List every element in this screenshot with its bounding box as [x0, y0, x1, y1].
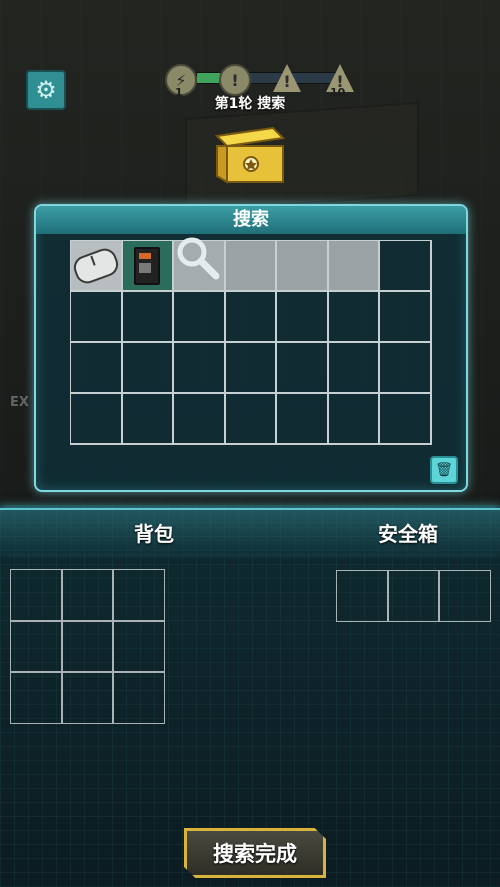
grid-cell-revealed[interactable]	[327, 240, 379, 291]
round-label: 第1轮 搜索	[214, 96, 286, 112]
mouse-icon	[70, 244, 122, 287]
magnifier-icon	[177, 237, 220, 280]
top-bar: ⚙ ⚡ 1 ! ! ! 10 第1轮 搜索	[0, 0, 500, 112]
backpack-slot[interactable]	[113, 672, 165, 724]
exp-label-background: EX	[10, 395, 29, 410]
grid-cell[interactable]	[173, 342, 225, 393]
backpack-slot[interactable]	[61, 569, 113, 621]
grid-cell[interactable]	[70, 342, 122, 393]
grid-cell[interactable]	[379, 240, 431, 291]
grid-cell[interactable]	[173, 291, 225, 342]
backpack-slot[interactable]	[61, 672, 113, 724]
grid-cell[interactable]	[379, 393, 431, 444]
backpack-slot[interactable]	[113, 620, 165, 672]
search-panel-title: 搜索	[36, 206, 466, 234]
search-grid	[70, 240, 432, 445]
safe-box-slot[interactable]	[387, 570, 439, 622]
grid-cell[interactable]	[224, 342, 276, 393]
grid-cell[interactable]	[121, 342, 173, 393]
grid-cell[interactable]	[379, 342, 431, 393]
safe-box-slot[interactable]	[336, 570, 388, 622]
backpack-slot[interactable]	[10, 569, 62, 621]
search-complete-button[interactable]: 搜索完成	[184, 828, 326, 878]
grid-cell[interactable]	[327, 291, 379, 342]
treasure-chest-icon	[214, 126, 286, 184]
grid-cell[interactable]	[224, 291, 276, 342]
backpack-slot[interactable]	[61, 620, 113, 672]
backpack-slot[interactable]	[10, 620, 62, 672]
backpack-slot[interactable]	[113, 569, 165, 621]
backpack-grid	[10, 569, 165, 724]
grid-cell[interactable]	[224, 393, 276, 444]
discard-button[interactable]: 🗑	[430, 456, 458, 484]
exclamation-icon: !	[231, 70, 239, 90]
warning-icon: !	[283, 71, 291, 91]
safe-box-grid	[336, 570, 491, 622]
grid-cell-revealed[interactable]	[224, 240, 276, 291]
grid-cell[interactable]	[276, 291, 328, 342]
grid-cell[interactable]	[276, 342, 328, 393]
backpack-title: 背包	[134, 522, 174, 546]
grid-cell[interactable]	[121, 291, 173, 342]
grid-cell[interactable]	[70, 393, 122, 444]
trash-icon: 🗑	[435, 462, 453, 478]
item-slot[interactable]	[122, 241, 172, 290]
grid-cell[interactable]	[379, 291, 431, 342]
backpack-slot[interactable]	[10, 672, 62, 724]
item-slot[interactable]	[70, 241, 122, 290]
safe-box-title: 安全箱	[378, 522, 438, 546]
grid-cell[interactable]	[121, 393, 173, 444]
chip-icon	[134, 246, 161, 285]
grid-cell[interactable]	[121, 240, 173, 291]
round-node-warning: !	[219, 64, 251, 96]
grid-cell[interactable]	[70, 240, 122, 291]
grid-cell[interactable]	[327, 342, 379, 393]
grid-cell[interactable]	[173, 393, 225, 444]
grid-cell-revealed[interactable]	[276, 240, 328, 291]
safe-box-slot[interactable]	[439, 570, 491, 622]
grid-cell[interactable]	[70, 291, 122, 342]
grid-cell[interactable]	[327, 393, 379, 444]
grid-cell[interactable]	[276, 393, 328, 444]
